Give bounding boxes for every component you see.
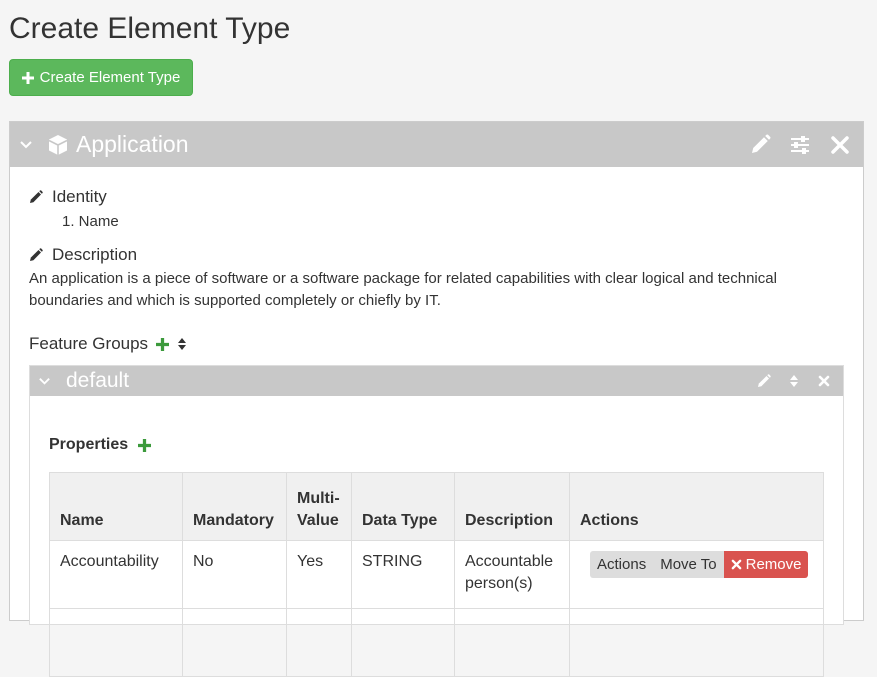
cell-multi-value: Yes [286,540,352,609]
description-label: Description [52,245,138,264]
table-row [49,608,824,677]
feature-groups-label: Feature Groups [29,334,149,353]
identity-label: Identity [52,187,107,206]
pencil-icon[interactable] [29,190,43,204]
element-type-panel: Application Identity 1. Name Description… [9,121,864,677]
feature-group-title: default [66,369,130,392]
column-header-description: Description [454,472,570,541]
identity-section: Identity [29,187,107,207]
column-header-actions: Actions [569,472,824,541]
column-header-data-type: Data Type [351,472,455,541]
cell-actions: Actions Move To Remove [569,540,824,609]
description-text: An application is a piece of software or… [29,270,777,309]
chevron-down-icon[interactable] [38,375,51,388]
remove-label: Remove [745,556,802,573]
sort-icon[interactable] [177,337,187,351]
chevron-down-icon[interactable] [19,138,33,152]
column-header-name: Name [49,472,183,541]
move-to-button[interactable]: Move To [653,551,724,578]
cell-name: Accountability [49,540,183,609]
properties-label: Properties [49,436,129,453]
cell-description: Accountable person(s) [454,540,570,609]
sliders-icon[interactable] [789,134,811,156]
sort-icon[interactable] [787,374,801,388]
properties-table: Name Mandatory Multi- Value Data Type De… [49,472,824,677]
close-icon[interactable] [829,134,851,156]
table-row: Accountability No Yes STRING Accountable… [49,540,824,609]
pencil-icon[interactable] [749,134,771,156]
feature-groups-section: Feature Groups [29,334,187,354]
column-header-mandatory: Mandatory [182,472,287,541]
identity-item: 1. Name [62,213,119,230]
feature-group-header[interactable]: default [30,366,843,396]
plus-icon[interactable] [156,337,170,351]
plus-icon [21,71,34,84]
plus-icon[interactable] [138,438,152,452]
actions-button[interactable]: Actions [590,551,654,578]
column-header-multi-value: Multi- Value [286,472,352,541]
table-header-row: Name Mandatory Multi- Value Data Type De… [49,472,824,541]
pencil-icon[interactable] [29,248,43,262]
create-element-type-label: Create Element Type [39,69,181,86]
close-icon [731,559,741,570]
element-type-title: Application [76,131,189,157]
close-icon[interactable] [817,374,831,388]
feature-group-panel: default Properties Name Mandatory Multi-… [29,365,844,677]
pencil-icon[interactable] [757,374,771,388]
properties-section: Properties [49,436,152,454]
create-element-type-button[interactable]: Create Element Type [9,59,193,96]
cube-icon [48,134,68,155]
cell-data-type: STRING [351,540,455,609]
element-type-header[interactable]: Application [10,122,863,167]
remove-button[interactable]: Remove [723,551,809,578]
cell-mandatory: No [182,540,287,609]
description-section: Description [29,245,137,265]
page-title: Create Element Type [9,12,291,45]
